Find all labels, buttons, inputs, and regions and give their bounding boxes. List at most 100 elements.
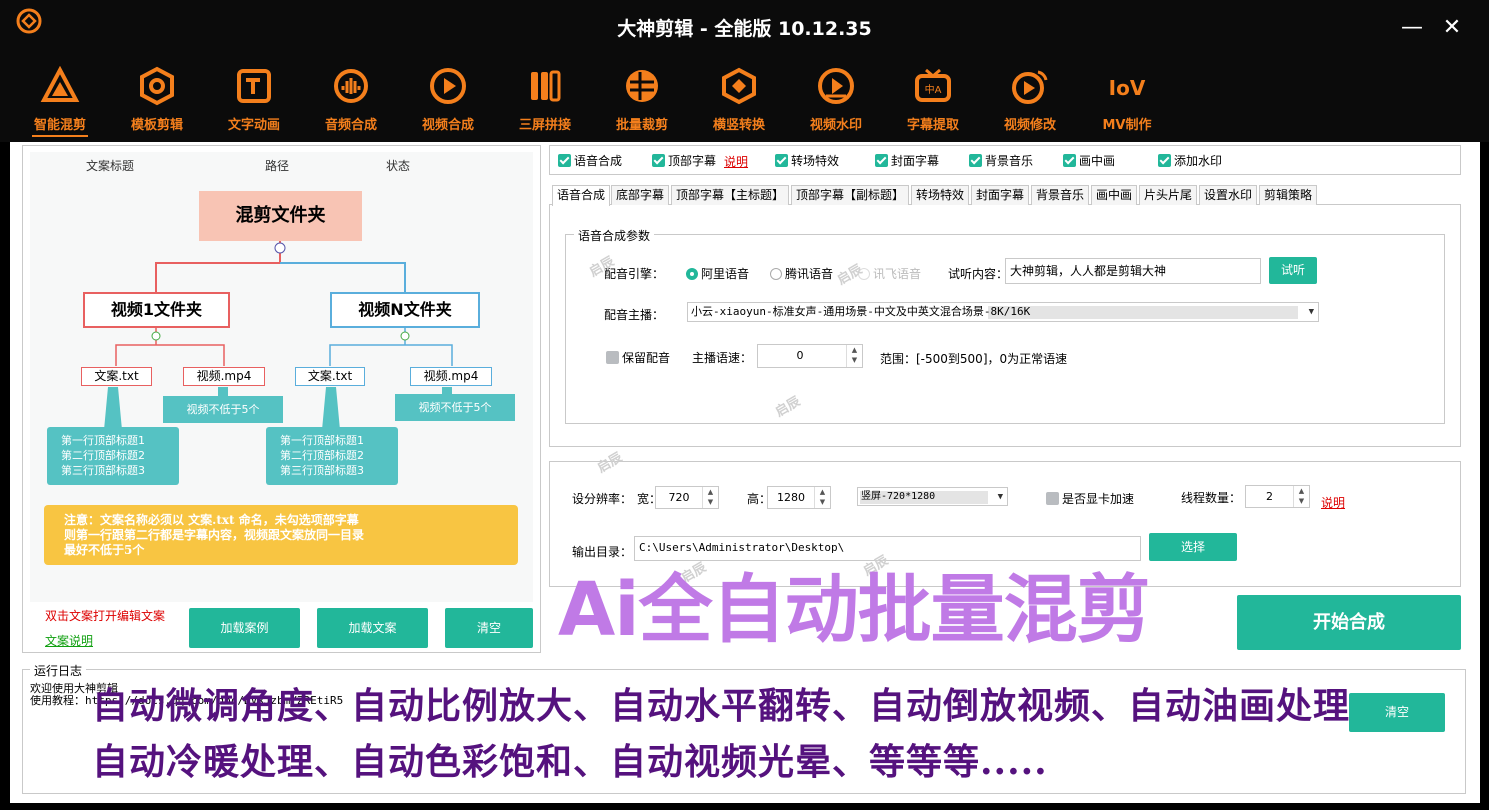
minimize-button[interactable]: — <box>1394 10 1430 46</box>
tab-top-subtitle-sub[interactable]: 顶部字幕【副标题】 <box>791 185 910 205</box>
speed-spinner[interactable]: 0 ▲ ▼ <box>757 344 863 368</box>
tab-transition[interactable]: 转场特效 <box>911 185 970 205</box>
tab-intro-outro[interactable]: 片头片尾 <box>1139 185 1198 205</box>
tool-video-synth[interactable]: 视频合成 <box>400 58 496 142</box>
keep-voice-check[interactable]: 保留配音 <box>606 349 670 366</box>
check-label: 画中画 <box>1079 154 1116 168</box>
load-case-button[interactable]: 加载案例 <box>189 608 300 648</box>
check-voice[interactable]: 语音合成 <box>558 153 622 169</box>
preset-value: 竖屏-720*1280 <box>861 491 936 502</box>
naming-note: 注意：文案名称必须以 文案.txt 命名，未勾选项部字幕 则第一行跟第二行都是字… <box>44 505 518 565</box>
radio-label: 讯飞语音 <box>873 267 922 281</box>
threads-spinner[interactable]: 2 ▲ ▼ <box>1245 485 1310 508</box>
browse-dir-button[interactable]: 选择 <box>1149 533 1237 561</box>
check-label: 保留配音 <box>622 351 671 365</box>
tab-pip[interactable]: 画中画 <box>1091 185 1138 205</box>
check-top-subtitle[interactable]: 顶部字幕 <box>652 153 716 169</box>
engine-tencent-radio[interactable]: 腾讯语音 <box>770 265 833 282</box>
triangle-icon <box>40 66 80 102</box>
tab-top-subtitle-main[interactable]: 顶部字幕【主标题】 <box>671 185 790 205</box>
tool-label: 文字动画 <box>227 118 280 133</box>
load-text-button[interactable]: 加载文案 <box>317 608 428 648</box>
note-line: 则第一行跟第二行都是字幕内容，视频跟文案放同一目录 <box>64 528 365 542</box>
check-label: 添加水印 <box>1174 154 1223 168</box>
mindmap-line: 第二行顶部标题2 <box>280 449 364 462</box>
top-subtitle-explain-link[interactable]: 说明 <box>724 153 748 170</box>
tool-subtitle-extract[interactable]: 中A 字幕提取 <box>885 58 981 142</box>
tool-label: 字幕提取 <box>906 118 959 133</box>
rotate-icon <box>722 67 756 105</box>
doc-link[interactable]: 文案说明 <box>45 632 93 649</box>
check-watermark[interactable]: 添加水印 <box>1158 153 1222 169</box>
tab-bgm[interactable]: 背景音乐 <box>1031 185 1090 205</box>
subtitle-tv-icon: 中A <box>915 68 951 102</box>
tool-template-edit[interactable]: 模板剪辑 <box>109 58 205 142</box>
radio-label: 阿里语音 <box>701 267 750 281</box>
watermark-icon <box>818 68 854 104</box>
anchor-select[interactable]: 小云-xiaoyun-标准女声-通用场景-中文及中英文混合场景-8K/16K ▼ <box>687 302 1319 322</box>
engine-ali-radio[interactable]: 阿里语音 <box>686 265 749 282</box>
tool-audio-synth[interactable]: 音频合成 <box>303 58 399 142</box>
resolution-preset-select[interactable]: 竖屏-720*1280 ▼ <box>857 487 1008 506</box>
preview-button[interactable]: 试听 <box>1269 257 1317 284</box>
resolution-label: 设分辨率： <box>572 492 633 506</box>
tool-batch-crop[interactable]: 批量裁剪 <box>594 58 690 142</box>
mindmap-txt-2: 文案.txt <box>295 367 365 386</box>
radio-label: 腾讯语音 <box>785 267 834 281</box>
mindmap-lines-2: 第一行顶部标题1 第二行顶部标题2 第三行顶部标题3 <box>266 427 398 485</box>
run-log-title: 运行日志 <box>30 662 87 679</box>
engine-xunfei-radio[interactable]: 讯飞语音 <box>858 265 921 282</box>
check-pip[interactable]: 画中画 <box>1063 153 1115 169</box>
spinner-arrows-icon[interactable]: ▲ ▼ <box>1293 486 1309 507</box>
mindmap-txt-1: 文案.txt <box>81 367 152 386</box>
tab-bottom-subtitle[interactable]: 底部字幕 <box>611 185 670 205</box>
spinner-arrows-icon[interactable]: ▲ ▼ <box>846 345 862 367</box>
spinner-arrows-icon[interactable]: ▲ ▼ <box>814 487 830 508</box>
speed-label: 主播语速： <box>692 351 753 365</box>
mindmap-lines-1: 第一行顶部标题1 第二行顶部标题2 第三行顶部标题3 <box>47 427 179 485</box>
tool-text-animation[interactable]: 文字动画 <box>206 58 302 142</box>
speed-value: 0 <box>796 349 804 362</box>
tool-watermark[interactable]: 视频水印 <box>788 58 884 142</box>
window-title: 大神剪辑 - 全能版 10.12.35 <box>617 18 872 40</box>
spinner-arrows-icon[interactable]: ▲ ▼ <box>702 487 718 508</box>
threads-label: 线程数量： <box>1181 491 1242 505</box>
clear-log-button[interactable]: 清空 <box>1349 693 1445 732</box>
voice-group-title: 语音合成参数 <box>574 227 655 244</box>
mindmap-folder-n: 视频N文件夹 <box>330 292 480 328</box>
chevron-down-icon: ▼ <box>997 492 1003 502</box>
mindmap-folder-1: 视频1文件夹 <box>83 292 230 328</box>
tool-mv-make[interactable]: IoV MV制作 <box>1079 58 1175 142</box>
threads-explain-link[interactable]: 说明 <box>1321 494 1345 511</box>
tab-edit-strategy[interactable]: 剪辑策略 <box>1259 185 1318 205</box>
tool-label: 音频合成 <box>324 118 377 133</box>
check-bgm[interactable]: 背景音乐 <box>969 153 1033 169</box>
check-label: 转场特效 <box>791 154 840 168</box>
tool-video-modify[interactable]: 视频修改 <box>982 58 1078 142</box>
mindmap-min-videos-1: 视频不低于5个 <box>163 396 283 423</box>
tool-three-screen[interactable]: 三屏拼接 <box>497 58 593 142</box>
width-spinner[interactable]: 720 ▲ ▼ <box>655 486 719 509</box>
tool-smart-mix[interactable]: 智能混剪 <box>12 58 108 142</box>
tab-set-watermark[interactable]: 设置水印 <box>1199 185 1258 205</box>
check-label: 顶部字幕 <box>668 154 717 168</box>
gpu-accel-check[interactable]: 是否显卡加速 <box>1046 490 1134 507</box>
svg-text:中A: 中A <box>925 83 942 96</box>
column-header-title: 文案标题 <box>86 159 135 173</box>
start-compose-button[interactable]: 开始合成 <box>1237 595 1461 650</box>
tab-cover-subtitle[interactable]: 封面字幕 <box>971 185 1030 205</box>
width-value: 720 <box>668 491 690 504</box>
mindmap-mp4-2: 视频.mp4 <box>410 367 492 386</box>
clear-list-button[interactable]: 清空 <box>445 608 533 648</box>
preview-text-input[interactable]: 大神剪辑，人人都是剪辑大神 <box>1005 258 1261 284</box>
close-button[interactable]: ✕ <box>1434 10 1470 46</box>
check-cover-subtitle[interactable]: 封面字幕 <box>875 153 939 169</box>
tool-orientation[interactable]: 横竖转换 <box>691 58 787 142</box>
tab-voice[interactable]: 语音合成 <box>552 185 611 206</box>
check-label: 语音合成 <box>574 154 623 168</box>
height-spinner[interactable]: 1280 ▲ ▼ <box>767 486 831 509</box>
three-bars-icon <box>531 70 561 102</box>
checkbox-checked-icon <box>775 154 788 167</box>
check-transition[interactable]: 转场特效 <box>775 153 839 169</box>
threads-value: 2 <box>1266 490 1273 503</box>
